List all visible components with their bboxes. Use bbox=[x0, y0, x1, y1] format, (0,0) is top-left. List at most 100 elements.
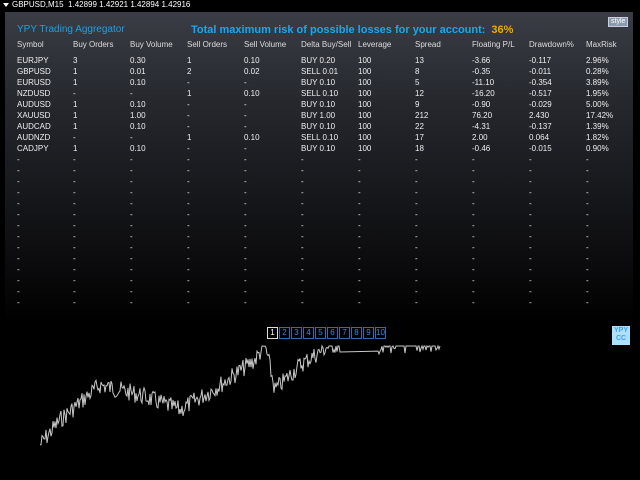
cell-sell-orders: - bbox=[187, 155, 190, 164]
page-button-3[interactable]: 3 bbox=[291, 327, 302, 339]
cell-spread: - bbox=[415, 188, 418, 197]
cell-leverage: 100 bbox=[358, 56, 372, 65]
page-button-9[interactable]: 9 bbox=[363, 327, 374, 339]
cell-delta-buy-sell: SELL 0.10 bbox=[301, 133, 339, 142]
page-button-6[interactable]: 6 bbox=[327, 327, 338, 339]
cell-buy-orders: - bbox=[73, 254, 76, 263]
cell-buy-orders: 1 bbox=[73, 122, 78, 131]
cell-delta-buy-sell: - bbox=[301, 221, 304, 230]
cell-drawdown-: - bbox=[529, 254, 532, 263]
cell-floating-p-l: - bbox=[472, 287, 475, 296]
cell-drawdown-: - bbox=[529, 243, 532, 252]
cell-leverage: - bbox=[358, 166, 361, 175]
cell-floating-p-l: - bbox=[472, 265, 475, 274]
cell-delta-buy-sell: - bbox=[301, 287, 304, 296]
cell-drawdown-: - bbox=[529, 210, 532, 219]
cell-buy-volume: - bbox=[130, 199, 133, 208]
cell-sell-volume: 0.10 bbox=[244, 56, 260, 65]
cell-sell-orders: 1 bbox=[187, 133, 192, 142]
ypy-logo[interactable]: YPY CC bbox=[612, 326, 630, 345]
cell-sell-volume: - bbox=[244, 122, 247, 131]
cell-leverage: - bbox=[358, 221, 361, 230]
cell-maxrisk: - bbox=[586, 276, 589, 285]
cell-delta-buy-sell: - bbox=[301, 188, 304, 197]
cell-delta-buy-sell: BUY 0.10 bbox=[301, 144, 336, 153]
table-row-empty: ----------- bbox=[5, 209, 625, 220]
cell-maxrisk: - bbox=[586, 166, 589, 175]
cell-drawdown-: - bbox=[529, 177, 532, 186]
cell-spread: 9 bbox=[415, 100, 420, 109]
cell-floating-p-l: -0.90 bbox=[472, 100, 491, 109]
page-button-4[interactable]: 4 bbox=[303, 327, 314, 339]
cell-drawdown-: -0.011 bbox=[529, 67, 552, 76]
cell-buy-volume: - bbox=[130, 188, 133, 197]
chart-prices: 1.42899 1.42921 1.42894 1.42916 bbox=[68, 0, 191, 9]
table-row-empty: ----------- bbox=[5, 242, 625, 253]
cell-delta-buy-sell: - bbox=[301, 166, 304, 175]
cell-sell-orders: - bbox=[187, 122, 190, 131]
cell-buy-orders: - bbox=[73, 133, 76, 142]
cell-sell-volume: - bbox=[244, 287, 247, 296]
cell-sell-volume: - bbox=[244, 144, 247, 153]
cell-buy-orders: 1 bbox=[73, 144, 78, 153]
cell-buy-volume: 0.30 bbox=[130, 56, 146, 65]
cell-buy-volume: - bbox=[130, 254, 133, 263]
cell-maxrisk: - bbox=[586, 210, 589, 219]
cell-buy-volume: - bbox=[130, 221, 133, 230]
cell-leverage: 100 bbox=[358, 100, 372, 109]
cell-buy-volume: - bbox=[130, 177, 133, 186]
dropdown-triangle-icon[interactable] bbox=[3, 2, 9, 7]
cell-drawdown-: - bbox=[529, 232, 532, 241]
cell-delta-buy-sell: BUY 0.10 bbox=[301, 100, 336, 109]
cell-maxrisk: 1.82% bbox=[586, 133, 609, 142]
page-button-5[interactable]: 5 bbox=[315, 327, 326, 339]
cell-sell-volume: - bbox=[244, 111, 247, 120]
cell-floating-p-l: - bbox=[472, 177, 475, 186]
cell-sell-volume: Sell Volume bbox=[244, 40, 287, 49]
table-row: CADJPY 1 0.10 - - BUY 0.10 100 18 -0.46 -0.015 0.9… bbox=[5, 143, 625, 154]
cell-drawdown-: - bbox=[529, 188, 532, 197]
style-button[interactable]: style bbox=[608, 17, 629, 27]
cell-buy-orders: 1 bbox=[73, 100, 78, 109]
cell-sell-volume: - bbox=[244, 232, 247, 241]
cell-symbol: - bbox=[17, 232, 20, 241]
cell-symbol: - bbox=[17, 298, 20, 307]
cell-drawdown-: - bbox=[529, 221, 532, 230]
cell-spread: 17 bbox=[415, 133, 424, 142]
cell-buy-volume: 1.00 bbox=[130, 111, 146, 120]
cell-sell-orders: - bbox=[187, 188, 190, 197]
cell-sell-volume: - bbox=[244, 243, 247, 252]
cell-drawdown-: Drawdown% bbox=[529, 40, 574, 49]
table-row-empty: ----------- bbox=[5, 231, 625, 242]
table-row: GBPUSD 1 0.01 2 0.02 SELL 0.01 100 8 -0.35 -0.011… bbox=[5, 66, 625, 77]
cell-drawdown-: -0.117 bbox=[529, 56, 552, 65]
cell-spread: Spread bbox=[415, 40, 441, 49]
table-row: EURUSD 1 0.10 - - BUY 0.10 100 5 -11.10 -0.354 3.8… bbox=[5, 77, 625, 88]
cell-symbol: - bbox=[17, 188, 20, 197]
cell-spread: - bbox=[415, 265, 418, 274]
cell-spread: 12 bbox=[415, 89, 424, 98]
cell-symbol: XAUUSD bbox=[17, 111, 51, 120]
panel-title: YPY Trading Aggregator bbox=[17, 24, 125, 35]
cell-sell-volume: 0.02 bbox=[244, 67, 260, 76]
cell-maxrisk: - bbox=[586, 265, 589, 274]
cell-maxrisk: 1.95% bbox=[586, 89, 609, 98]
cell-spread: - bbox=[415, 221, 418, 230]
risk-label: Total maximum risk of possible losses fo… bbox=[191, 24, 486, 36]
cell-sell-volume: - bbox=[244, 199, 247, 208]
cell-delta-buy-sell: SELL 0.01 bbox=[301, 67, 339, 76]
page-button-10[interactable]: 10 bbox=[375, 327, 386, 339]
cell-delta-buy-sell: - bbox=[301, 177, 304, 186]
cell-sell-orders: 1 bbox=[187, 56, 192, 65]
cell-buy-orders: - bbox=[73, 188, 76, 197]
page-button-8[interactable]: 8 bbox=[351, 327, 362, 339]
page-button-1[interactable]: 1 bbox=[267, 327, 278, 339]
cell-leverage: Leverage bbox=[358, 40, 392, 49]
cell-floating-p-l: - bbox=[472, 166, 475, 175]
cell-sell-volume: - bbox=[244, 265, 247, 274]
cell-maxrisk: - bbox=[586, 298, 589, 307]
page-button-7[interactable]: 7 bbox=[339, 327, 350, 339]
cell-maxrisk: - bbox=[586, 254, 589, 263]
cell-maxrisk: 17.42% bbox=[586, 111, 614, 120]
page-button-2[interactable]: 2 bbox=[279, 327, 290, 339]
